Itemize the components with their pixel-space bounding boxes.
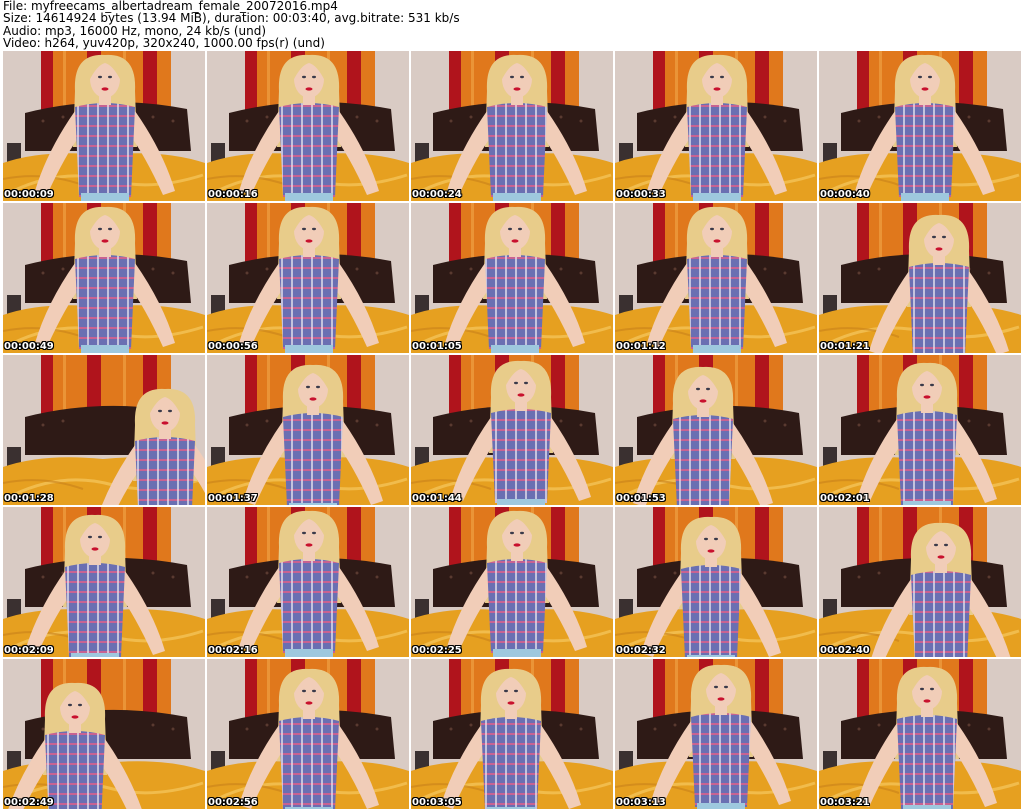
frame-timestamp: 00:01:44 (412, 493, 462, 504)
frame-timestamp: 00:00:09 (4, 189, 54, 200)
frame-timestamp: 00:00:49 (4, 341, 54, 352)
video-frame-thumbnail: 00:03:13 (615, 659, 817, 809)
frame-timestamp: 00:02:16 (208, 645, 258, 656)
frame-timestamp: 00:03:13 (616, 797, 666, 808)
frame-timestamp: 00:01:12 (616, 341, 666, 352)
frame-image (615, 659, 817, 809)
video-frame-thumbnail: 00:00:09 (3, 51, 205, 201)
frame-timestamp: 00:00:16 (208, 189, 258, 200)
video-frame-thumbnail: 00:01:37 (207, 355, 409, 505)
frame-image (819, 659, 1021, 809)
frame-timestamp: 00:02:56 (208, 797, 258, 808)
frame-timestamp: 00:02:49 (4, 797, 54, 808)
frame-timestamp: 00:02:32 (616, 645, 666, 656)
frame-timestamp: 00:00:40 (820, 189, 870, 200)
frame-image (819, 51, 1021, 201)
video-frame-thumbnail: 00:00:24 (411, 51, 613, 201)
frame-timestamp: 00:00:33 (616, 189, 666, 200)
frame-image (207, 355, 409, 505)
frame-timestamp: 00:01:21 (820, 341, 870, 352)
video-frame-thumbnail: 00:02:32 (615, 507, 817, 657)
frame-timestamp: 00:00:24 (412, 189, 462, 200)
video-frame-thumbnail: 00:03:05 (411, 659, 613, 809)
frame-image (411, 659, 613, 809)
frame-image (207, 51, 409, 201)
frame-image (207, 507, 409, 657)
frame-image (207, 659, 409, 809)
frame-image (411, 51, 613, 201)
frame-timestamp: 00:01:05 (412, 341, 462, 352)
video-frame-thumbnail: 00:02:49 (3, 659, 205, 809)
video-frame-thumbnail: 00:01:12 (615, 203, 817, 353)
frame-timestamp: 00:03:21 (820, 797, 870, 808)
frame-timestamp: 00:02:01 (820, 493, 870, 504)
video-frame-thumbnail: 00:01:28 (3, 355, 205, 505)
frame-timestamp: 00:01:53 (616, 493, 666, 504)
file-info-header: File: myfreecams_albertadream_female_200… (3, 0, 1021, 50)
frame-image (819, 355, 1021, 505)
frame-image (819, 507, 1021, 657)
video-frame-thumbnail: 00:00:16 (207, 51, 409, 201)
file-size-line: Size: 14614924 bytes (13.94 MiB), durati… (3, 11, 460, 26)
video-frame-thumbnail: 00:00:40 (819, 51, 1021, 201)
frame-image (3, 507, 205, 657)
video-frame-thumbnail: 00:00:56 (207, 203, 409, 353)
frame-timestamp: 00:01:37 (208, 493, 258, 504)
frame-timestamp: 00:02:40 (820, 645, 870, 656)
video-frame-thumbnail: 00:00:49 (3, 203, 205, 353)
frame-timestamp: 00:00:56 (208, 341, 258, 352)
frame-image (3, 659, 205, 809)
video-frame-thumbnail: 00:02:56 (207, 659, 409, 809)
video-frame-thumbnail: 00:01:44 (411, 355, 613, 505)
frame-image (615, 355, 817, 505)
frame-image (3, 51, 205, 201)
frame-image (3, 355, 205, 505)
frame-image (411, 507, 613, 657)
video-frame-thumbnail: 00:02:25 (411, 507, 613, 657)
frame-timestamp: 00:01:28 (4, 493, 54, 504)
frame-image (207, 203, 409, 353)
video-frame-thumbnail: 00:02:01 (819, 355, 1021, 505)
video-frame-thumbnail: 00:02:09 (3, 507, 205, 657)
video-frame-thumbnail: 00:00:33 (615, 51, 817, 201)
video-frame-thumbnail: 00:01:21 (819, 203, 1021, 353)
frame-timestamp: 00:03:05 (412, 797, 462, 808)
frame-image (411, 355, 613, 505)
frame-image (615, 507, 817, 657)
frame-timestamp: 00:02:25 (412, 645, 462, 656)
video-frame-thumbnail: 00:03:21 (819, 659, 1021, 809)
frame-image (819, 203, 1021, 353)
frame-image (615, 203, 817, 353)
video-frame-thumbnail: 00:02:16 (207, 507, 409, 657)
thumbnail-grid: 00:00:09 00:00:16 00:00:24 00:00:33 00:00:40… (3, 51, 1021, 809)
video-info-line: Video: h264, yuv420p, 320x240, 1000.00 f… (3, 36, 325, 51)
video-frame-thumbnail: 00:01:53 (615, 355, 817, 505)
video-frame-thumbnail: 00:02:40 (819, 507, 1021, 657)
frame-timestamp: 00:02:09 (4, 645, 54, 656)
frame-image (615, 51, 817, 201)
frame-image (3, 203, 205, 353)
video-frame-thumbnail: 00:01:05 (411, 203, 613, 353)
frame-image (411, 203, 613, 353)
